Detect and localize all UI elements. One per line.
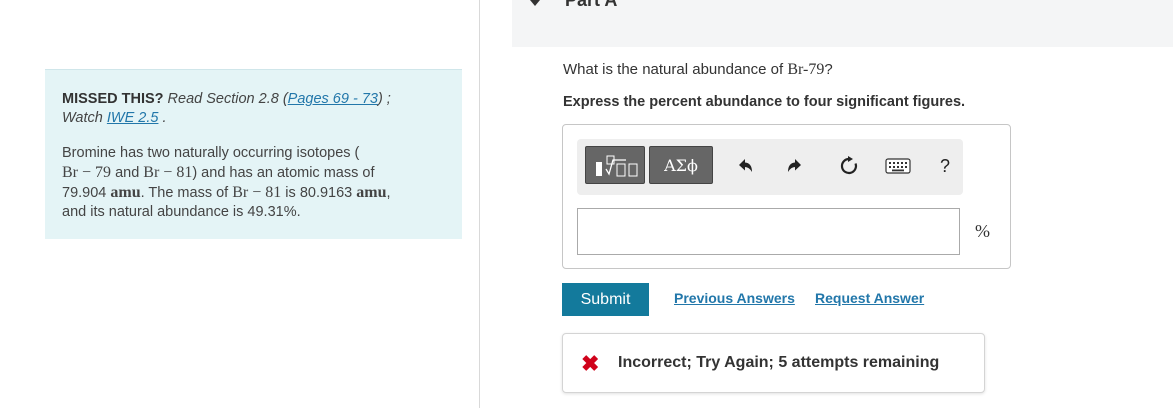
math-toolbar: ΑΣϕ ? [577, 139, 963, 195]
feedback-message: Incorrect; Try Again; 5 attempts remaini… [618, 354, 940, 371]
instruction-text: Express the percent abundance to four si… [563, 94, 966, 110]
read-section-text: Read Section 2.8 ( [167, 91, 288, 107]
question-text: What is the natural abundance of Br-79? [563, 61, 833, 79]
statement-text-3: . The mass of [140, 185, 229, 201]
hint-references: MISSED THIS? Read Section 2.8 (Pages 69 … [62, 90, 445, 128]
hint-panel: MISSED THIS? Read Section 2.8 (Pages 69 … [45, 69, 462, 239]
pages-link[interactable]: Pages 69 - 73 [288, 91, 378, 107]
amu-unit-2: amu [356, 184, 387, 201]
part-title: Part A [565, 0, 618, 10]
question-prefix: What is the natural abundance of [563, 61, 784, 78]
greek-symbols-button[interactable]: ΑΣϕ [649, 146, 713, 184]
submit-button[interactable]: Submit [562, 283, 649, 316]
atomic-mass-value: 79.904 [62, 185, 107, 201]
templates-button[interactable] [585, 146, 645, 184]
br81-mass-value: 80.9163 [299, 185, 353, 201]
templates-icon [596, 155, 638, 177]
statement-comma: , [386, 185, 391, 201]
previous-answers-link[interactable]: Previous Answers [674, 290, 795, 306]
request-answer-link[interactable]: Request Answer [815, 290, 924, 306]
isotope-br81: Br − 81 [143, 164, 193, 181]
incorrect-x-icon: ✖ [581, 351, 600, 376]
watch-text: Watch [62, 110, 103, 126]
statement-is: is [285, 185, 296, 201]
answer-box: ΑΣϕ ? % [562, 124, 1011, 269]
feedback-box: ✖ Incorrect; Try Again; 5 attempts remai… [562, 333, 985, 393]
statement-text-4: and its natural abundance is 49.31%. [62, 204, 301, 220]
keyboard-icon[interactable] [884, 153, 912, 179]
statement-and: and [115, 165, 140, 181]
redo-icon[interactable] [783, 153, 807, 179]
question-suffix: ? [824, 61, 833, 78]
watch-end-text: . [162, 110, 167, 126]
reset-icon[interactable] [837, 153, 861, 179]
problem-statement: Bromine has two naturally occurring isot… [62, 144, 445, 222]
help-icon[interactable]: ? [933, 153, 957, 179]
statement-text-2: ) and has an atomic mass of [192, 165, 375, 181]
iwe-link[interactable]: IWE 2.5 [107, 110, 159, 126]
read-end-text: ) ; [377, 91, 391, 107]
statement-text-1: Bromine has two naturally occurring isot… [62, 145, 360, 161]
isotope-br79: Br − 79 [62, 164, 112, 181]
caret-down-icon[interactable] [530, 0, 540, 6]
isotope-br81-2: Br − 81 [232, 184, 282, 201]
question-isotope: Br-79 [787, 61, 825, 78]
answer-input[interactable] [577, 208, 960, 255]
column-divider [479, 0, 480, 408]
missed-this-label: MISSED THIS? [62, 91, 164, 107]
amu-unit: amu [110, 184, 141, 201]
unit-label: % [975, 221, 990, 241]
undo-icon[interactable] [733, 153, 757, 179]
